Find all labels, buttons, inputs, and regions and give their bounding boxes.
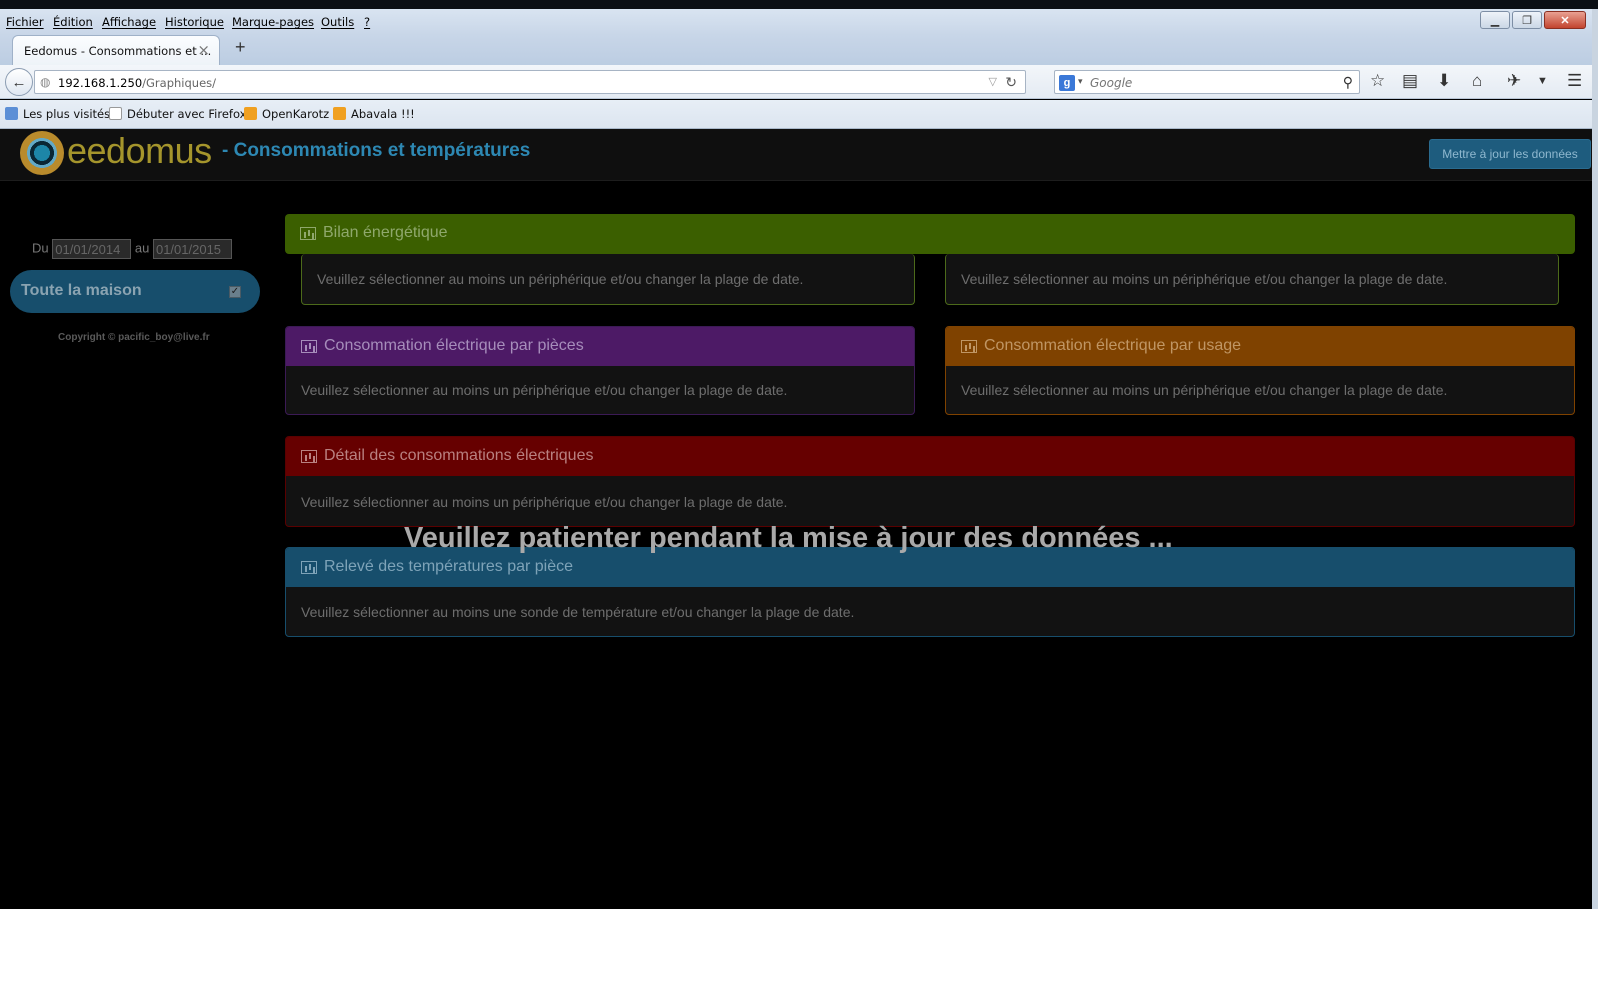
window-frame-right [1592,9,1598,909]
panel-temperatures: Relevé des températures par pièce Veuill… [285,547,1575,637]
bookmark-label: Abavala !!! [351,107,415,121]
copyright: Copyright © pacific_boy@live.fr [58,332,210,343]
whole-house-button[interactable]: Toute la maison ✓ [10,270,260,313]
panel-usage-header: Consommation électrique par usage [946,327,1574,366]
app-header: eedomus - Consommations et températures … [0,129,1592,181]
chart-icon [301,340,317,353]
chart-icon [961,340,977,353]
download-icon[interactable]: ⬇ [1437,71,1451,91]
extension-dropdown-icon[interactable]: ▼ [1537,75,1548,87]
menu-hamburger-icon[interactable]: ☰ [1567,71,1582,91]
eedomus-logo-icon [20,131,64,175]
page-content: eedomus - Consommations et températures … [0,129,1592,909]
panel-usage-title: Consommation électrique par usage [984,337,1242,354]
bookmark-openkarotz[interactable]: OpenKarotz [244,107,329,121]
browser-window: Fichier Édition Affichage Historique Mar… [0,0,1598,909]
url-text: 192.168.1.250/Graphiques/ [58,76,216,90]
menu-fichier[interactable]: Fichier [6,15,44,29]
menu-bar: Fichier Édition Affichage Historique Mar… [0,9,1592,35]
checkbox-checked-icon[interactable]: ✓ [229,286,241,298]
update-data-button[interactable]: Mettre à jour les données [1429,139,1591,169]
panel-bilan-title: Bilan énergétique [323,224,448,241]
home-icon[interactable]: ⌂ [1472,71,1482,91]
panel-bilan-header: Bilan énergétique [285,214,1575,253]
back-button[interactable]: ← [5,68,33,96]
tab-title: Eedomus - Consommations et ... [24,44,212,58]
panel-detail-message: Veuillez sélectionner au moins un périph… [301,494,788,510]
from-label: Du [32,240,49,256]
search-bar[interactable]: g ▾ ⚲ [1054,70,1360,94]
navigation-bar: ← ◍ 192.168.1.250/Graphiques/ ▽ ↻ g ▾ ⚲ … [0,65,1592,99]
date-range: Du au [32,239,232,259]
bookmarks-folder-icon [5,107,18,120]
restore-button[interactable]: ❐ [1512,11,1542,29]
search-icon[interactable]: ⚲ [1343,74,1353,91]
new-tab-button[interactable]: + [235,37,246,58]
tab-close-icon[interactable]: × [197,41,210,59]
bilan-right-box: Veuillez sélectionner au moins un périph… [945,254,1559,305]
bilan-left-box: Veuillez sélectionner au moins un périph… [301,254,915,305]
brand-name: eedomus [67,130,212,171]
to-label: au [134,240,150,256]
bookmark-abavala[interactable]: Abavala !!! [333,107,415,121]
page-title: - Consommations et températures [222,140,531,161]
url-host: 192.168.1.250 [58,76,143,90]
panel-detail-header: Détail des consommations électriques [286,437,1574,476]
panel-pieces-message: Veuillez sélectionner au moins un périph… [301,382,788,398]
panel-pieces: Consommation électrique par pièces Veuil… [285,326,915,415]
panel-usage-message: Veuillez sélectionner au moins un périph… [961,382,1448,398]
bookmark-label: Les plus visités [23,107,111,121]
extension-icon[interactable]: ✈ [1507,71,1521,91]
search-input[interactable] [1090,74,1320,91]
bookmarks-list-icon[interactable]: ▤ [1402,71,1418,91]
rss-icon [244,107,257,120]
window-controls: ▁ ❐ ✕ [1480,11,1586,29]
url-history-dropdown-icon[interactable]: ▽ [989,75,997,88]
bookmark-star-icon[interactable]: ☆ [1370,71,1385,91]
reload-icon[interactable]: ↻ [1005,74,1017,91]
panel-usage: Consommation électrique par usage Veuill… [945,326,1575,415]
window-frame-top [0,0,1598,9]
whole-house-label: Toute la maison [21,282,142,299]
menu-historique[interactable]: Historique [165,15,224,29]
menu-outils[interactable]: Outils [321,15,354,29]
menu-marque-pages[interactable]: Marque-pages [232,15,314,29]
panel-detail: Détail des consommations électriques Veu… [285,436,1575,527]
url-path: /Graphiques/ [142,76,217,90]
menu-help[interactable]: ? [364,15,370,29]
loading-overlay-message: Veuillez patienter pendant la mise à jou… [404,522,1173,554]
google-engine-icon[interactable]: g [1059,75,1075,91]
chart-icon [301,450,317,463]
page-icon [109,107,122,120]
bookmarks-bar: Les plus visités Débuter avec Firefox Op… [0,100,1592,129]
minimize-button[interactable]: ▁ [1480,11,1510,29]
back-arrow-icon: ← [11,73,27,91]
to-date-input[interactable] [152,239,232,259]
bookmark-getting-started[interactable]: Débuter avec Firefox [109,107,246,121]
bilan-right-message: Veuillez sélectionner au moins un périph… [961,271,1448,287]
panel-bilan: Bilan énergétique [285,214,1575,254]
panel-pieces-title: Consommation électrique par pièces [324,337,584,354]
panel-temperatures-message: Veuillez sélectionner au moins une sonde… [301,604,855,620]
rss-icon [333,107,346,120]
menu-edition[interactable]: Édition [53,15,93,29]
globe-icon: ◍ [40,75,51,89]
panel-temperatures-title: Relevé des températures par pièce [324,558,574,575]
panel-detail-title: Détail des consommations électriques [324,447,594,464]
close-window-button[interactable]: ✕ [1544,11,1586,29]
menu-affichage[interactable]: Affichage [102,15,156,29]
bookmark-label: OpenKarotz [262,107,330,121]
chart-icon [301,561,317,574]
bookmark-most-visited[interactable]: Les plus visités [5,107,110,121]
bilan-left-message: Veuillez sélectionner au moins un périph… [317,271,804,287]
panel-pieces-header: Consommation électrique par pièces [286,327,914,366]
bookmark-label: Débuter avec Firefox [127,107,247,121]
chart-icon [300,227,316,240]
from-date-input[interactable] [52,239,132,259]
tab-eedomus[interactable]: Eedomus - Consommations et ... × [12,35,220,65]
url-bar[interactable]: ◍ 192.168.1.250/Graphiques/ ▽ ↻ [34,70,1026,94]
tab-strip: Eedomus - Consommations et ... × + [0,35,1592,65]
engine-dropdown-icon[interactable]: ▾ [1078,76,1083,87]
